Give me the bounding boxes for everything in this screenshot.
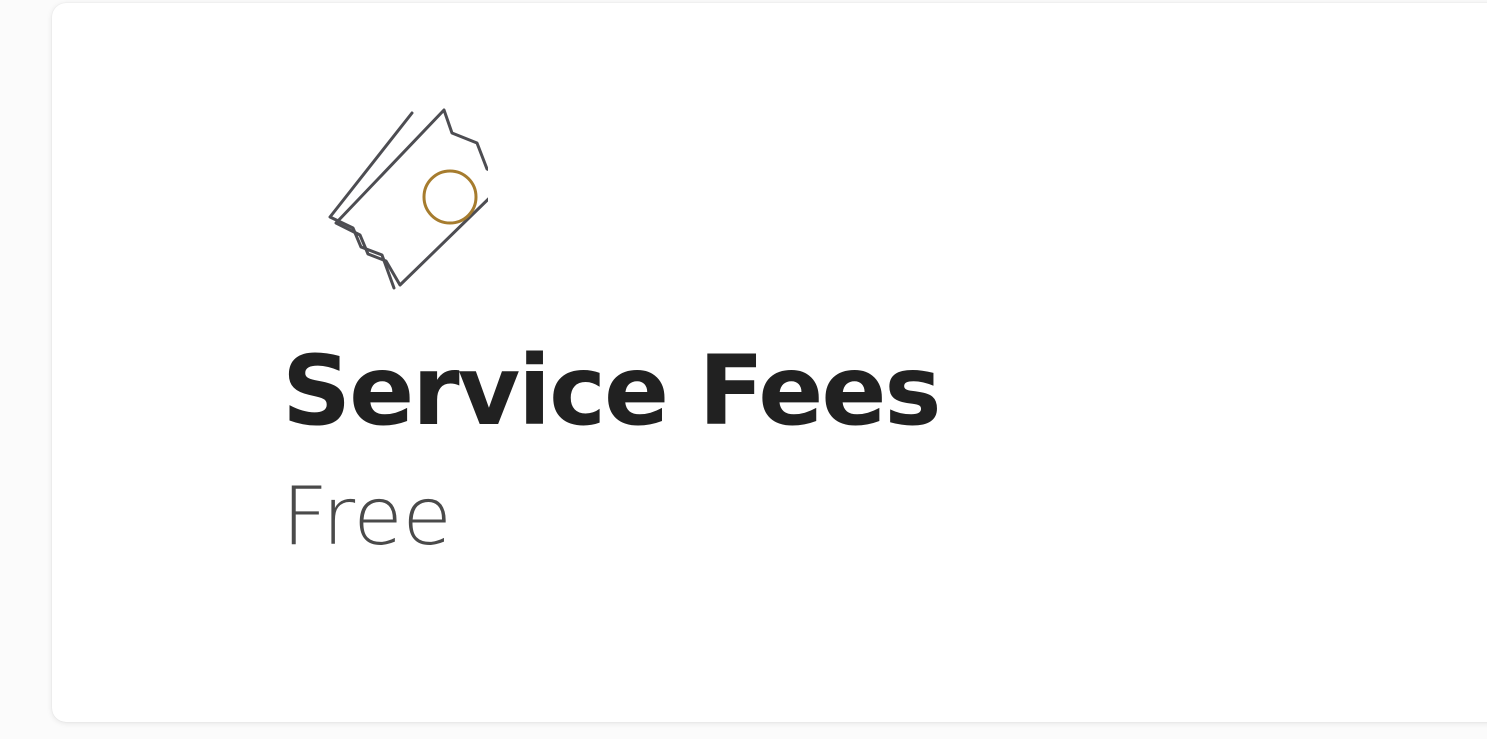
fee-value: Free (282, 470, 452, 563)
service-fees-card: Service Fees Free (52, 3, 1487, 722)
ticket-icon (328, 108, 488, 290)
card-title: Service Fees (282, 335, 942, 447)
